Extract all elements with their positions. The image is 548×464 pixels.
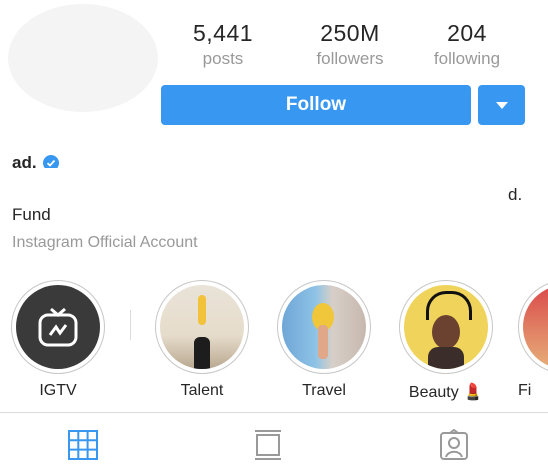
tab-feed[interactable]: [250, 427, 286, 463]
talent-photo: [160, 285, 244, 369]
follow-button[interactable]: Follow: [161, 85, 471, 125]
account-category: Instagram Official Account: [12, 234, 198, 251]
story-highlights: IGTV Talent Travel Beauty 💄 Fi: [0, 280, 548, 402]
highlight-label: Travel: [302, 382, 346, 399]
partial-photo: [523, 285, 548, 369]
travel-photo: [282, 285, 366, 369]
highlight-ring: [277, 280, 371, 374]
chevron-down-icon: [495, 101, 508, 109]
highlight-ring: [518, 280, 548, 374]
bio-text-fragment-left: Fund: [12, 205, 51, 224]
highlight-talent[interactable]: Talent: [152, 280, 252, 400]
posts-count: 5,441: [192, 20, 254, 46]
highlight-ring: [155, 280, 249, 374]
suggestions-dropdown-button[interactable]: [478, 85, 525, 125]
profile-tab-bar: [0, 412, 548, 464]
highlight-igtv[interactable]: IGTV: [8, 280, 108, 400]
tagged-icon: [440, 429, 468, 460]
posts-label: posts: [202, 49, 244, 68]
highlight-travel[interactable]: Travel: [274, 280, 374, 400]
profile-avatar[interactable]: [8, 4, 158, 112]
highlight-label: Beauty 💄: [408, 384, 484, 401]
feed-icon: [255, 430, 281, 460]
following-stat[interactable]: 204 following: [422, 20, 512, 69]
tab-grid[interactable]: [65, 427, 101, 463]
igtv-icon: [16, 285, 100, 369]
highlight-label: IGTV: [39, 382, 77, 399]
highlight-ring: [11, 280, 105, 374]
highlight-divider: [130, 310, 131, 340]
followers-count: 250M: [320, 20, 380, 46]
tab-tagged[interactable]: [436, 427, 472, 463]
posts-stat[interactable]: 5,441 posts: [178, 20, 268, 69]
bio-text-fragment-right: d.: [508, 185, 523, 204]
highlight-partial[interactable]: Fi: [518, 280, 548, 400]
followers-stat[interactable]: 250M followers: [295, 20, 405, 69]
followers-label: followers: [316, 49, 384, 68]
redacted-bio-area: [0, 168, 548, 226]
beauty-photo: [404, 285, 488, 369]
following-count: 204: [447, 20, 487, 46]
following-label: following: [433, 49, 501, 68]
highlight-ring: [399, 280, 493, 374]
highlight-label: Talent: [180, 382, 224, 399]
grid-icon: [68, 430, 98, 460]
highlight-beauty[interactable]: Beauty 💄: [396, 280, 496, 402]
highlight-label: Fi: [518, 382, 532, 399]
